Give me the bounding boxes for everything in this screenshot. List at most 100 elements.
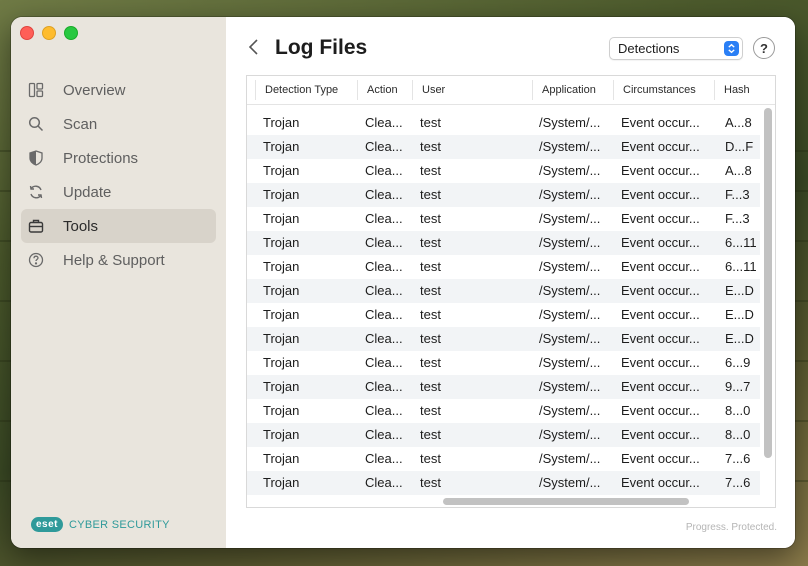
table-row[interactable]: Trojan Clea... test/System/... Event occur.…	[247, 279, 760, 303]
close-window-button[interactable]	[20, 26, 34, 40]
search-icon	[27, 115, 45, 133]
table-row[interactable]: Trojan Clea... test/System/... Event occur.…	[247, 159, 760, 183]
sidebar-item-label: Protections	[63, 149, 139, 167]
maximize-window-button[interactable]	[64, 26, 78, 40]
sidebar-item-label: Scan	[63, 115, 98, 133]
chevron-left-icon	[248, 39, 258, 55]
cell-hash: A...8	[725, 163, 752, 178]
cell-user: test	[420, 355, 441, 370]
cell-user: test	[420, 283, 441, 298]
cell-circumstances: Event occur...	[621, 403, 700, 418]
cell-circumstances: Event occur...	[621, 475, 700, 490]
sidebar-item-label: Tools	[63, 217, 99, 235]
table-row[interactable]: Trojan Clea... test/System/... Event occur.…	[247, 231, 760, 255]
cell-user: test	[420, 307, 441, 322]
cell-circumstances: Event occur...	[621, 115, 700, 130]
cell-detection-type: Trojan	[263, 379, 300, 394]
cell-detection-type: Trojan	[263, 331, 300, 346]
cell-hash: 9...7	[725, 379, 751, 394]
back-button[interactable]	[246, 37, 262, 57]
cell-application: /System/...	[539, 163, 601, 178]
column-header-circumstances[interactable]: Circumstances	[623, 76, 696, 104]
cell-detection-type: Trojan	[263, 187, 300, 202]
column-header-hash[interactable]: Hash	[724, 76, 750, 104]
column-header-user[interactable]: User	[422, 76, 445, 104]
table-row[interactable]: Trojan Clea... test/System/... Event occur.…	[247, 447, 760, 471]
table-row[interactable]: Trojan Clea... test/System/... Event occur.…	[247, 399, 760, 423]
table-row[interactable]: Trojan Clea... test/System/... Event occur.…	[247, 111, 760, 135]
column-header-action[interactable]: Action	[367, 76, 398, 104]
cell-action: Clea...	[365, 187, 403, 202]
cell-application: /System/...	[539, 451, 601, 466]
help-button[interactable]: ?	[753, 37, 775, 59]
cell-hash: 7...6	[725, 451, 751, 466]
window-controls	[20, 26, 78, 40]
column-separator[interactable]	[532, 80, 533, 100]
cell-user: test	[420, 475, 441, 490]
table-row[interactable]: Trojan Clea... test/System/... Event occur.…	[247, 327, 760, 351]
cell-user: test	[420, 163, 441, 178]
cell-user: test	[420, 187, 441, 202]
cell-application: /System/...	[539, 475, 601, 490]
cell-application: /System/...	[539, 307, 601, 322]
column-separator[interactable]	[357, 80, 358, 100]
sidebar-item-overview[interactable]: Overview	[21, 73, 216, 107]
cell-circumstances: Event occur...	[621, 163, 700, 178]
cell-hash: 6...11	[725, 259, 757, 274]
sidebar-item-tools[interactable]: Tools	[21, 209, 216, 243]
cell-application: /System/...	[539, 235, 601, 250]
cell-action: Clea...	[365, 379, 403, 394]
briefcase-icon	[27, 217, 45, 235]
log-type-select-value: Detections	[618, 41, 680, 56]
sidebar-item-update[interactable]: Update	[21, 175, 216, 209]
cell-application: /System/...	[539, 259, 601, 274]
cell-action: Clea...	[365, 451, 403, 466]
table-row[interactable]: Trojan Clea... test/System/... Event occur.…	[247, 255, 760, 279]
table-row[interactable]: Trojan Clea... test/System/... Event occur.…	[247, 183, 760, 207]
column-header-detection-type[interactable]: Detection Type	[265, 76, 338, 104]
minimize-window-button[interactable]	[42, 26, 56, 40]
cell-detection-type: Trojan	[263, 355, 300, 370]
cell-action: Clea...	[365, 331, 403, 346]
cell-detection-type: Trojan	[263, 451, 300, 466]
cell-application: /System/...	[539, 115, 601, 130]
table-row[interactable]: Trojan Clea... test/System/... Event occur.…	[247, 423, 760, 447]
cell-circumstances: Event occur...	[621, 451, 700, 466]
column-separator[interactable]	[613, 80, 614, 100]
column-header-application[interactable]: Application	[542, 76, 596, 104]
cell-detection-type: Trojan	[263, 307, 300, 322]
cell-application: /System/...	[539, 379, 601, 394]
refresh-icon	[27, 183, 45, 201]
cell-circumstances: Event occur...	[621, 379, 700, 394]
sidebar-item-help-support[interactable]: Help & Support	[21, 243, 216, 277]
table-row[interactable]: Trojan Clea... test/System/... Event occur.…	[247, 207, 760, 231]
log-type-select[interactable]: Detections	[609, 37, 743, 60]
sidebar-item-label: Overview	[63, 81, 126, 99]
sidebar-item-protections[interactable]: Protections	[21, 141, 216, 175]
cell-action: Clea...	[365, 139, 403, 154]
column-separator[interactable]	[714, 80, 715, 100]
cell-action: Clea...	[365, 163, 403, 178]
table-row[interactable]: Trojan Clea... test/System/... Event occur.…	[247, 135, 760, 159]
cell-user: test	[420, 139, 441, 154]
table-row[interactable]: Trojan Clea... test/System/... Event occur.…	[247, 351, 760, 375]
updown-chevron-icon	[724, 41, 739, 56]
cell-hash: 8...0	[725, 427, 751, 442]
footer-tagline: Progress. Protected.	[685, 522, 777, 533]
cell-action: Clea...	[365, 403, 403, 418]
column-separator[interactable]	[412, 80, 413, 100]
brand-text: CYBER SECURITY	[69, 518, 170, 531]
cell-circumstances: Event occur...	[621, 187, 700, 202]
cell-action: Clea...	[365, 283, 403, 298]
cell-user: test	[420, 235, 441, 250]
sidebar-item-scan[interactable]: Scan	[21, 107, 216, 141]
cell-action: Clea...	[365, 427, 403, 442]
vertical-scroll-thumb[interactable]	[764, 108, 772, 458]
table-row[interactable]: Trojan Clea... test/System/... Event occur.…	[247, 375, 760, 399]
table-row[interactable]: Trojan Clea... test/System/... Event occur.…	[247, 303, 760, 327]
table-row[interactable]: Trojan Clea... test/System/... Event occur.…	[247, 471, 760, 495]
cell-action: Clea...	[365, 259, 403, 274]
horizontal-scroll-thumb[interactable]	[443, 498, 689, 505]
shield-icon	[27, 149, 45, 167]
cell-application: /System/...	[539, 403, 601, 418]
